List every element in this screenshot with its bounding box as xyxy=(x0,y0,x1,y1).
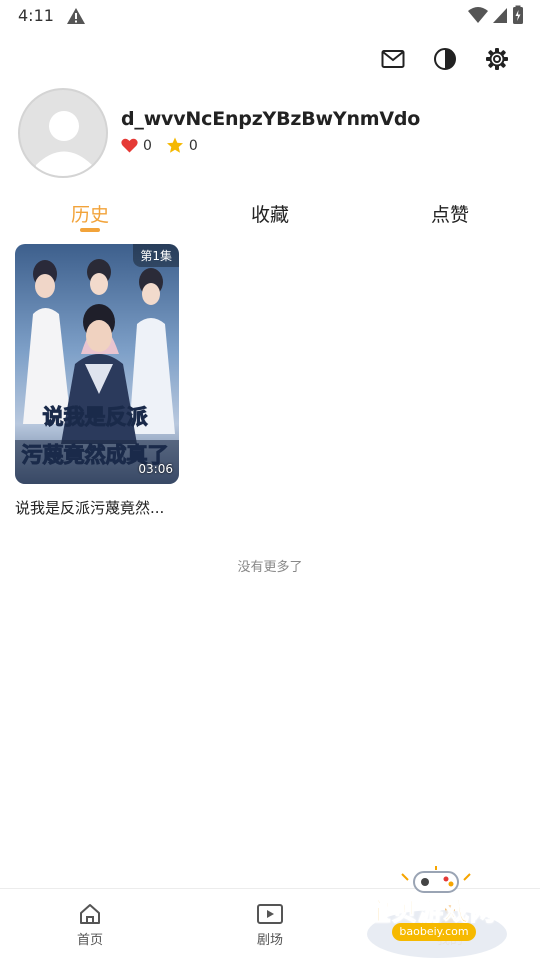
likes-count: 0 xyxy=(143,137,152,154)
home-icon xyxy=(80,904,100,924)
favorites-count: 0 xyxy=(188,137,198,154)
history-item-card[interactable]: 说我是反派 污蔑竟然成真了 第1集 03:06 说我是反派污蔑竟然... xyxy=(15,244,179,518)
drama-cover-image: 说我是反派 污蔑竟然成真了 第1集 03:06 xyxy=(15,244,179,484)
tab-likes[interactable]: 点赞 xyxy=(360,196,540,236)
tab-history-label: 历史 xyxy=(70,204,109,226)
play-icon xyxy=(257,904,283,924)
settings-button[interactable] xyxy=(484,46,510,72)
watermark-site: baobeiy.com xyxy=(392,923,476,941)
nav-theater-label: 剧场 xyxy=(256,933,283,948)
no-more-text: 没有更多了 xyxy=(237,560,303,575)
status-time: 4:11 xyxy=(18,6,54,25)
warning-icon xyxy=(67,8,85,24)
settings-gear-icon xyxy=(486,48,508,70)
heart-icon xyxy=(121,138,138,153)
profile-section: d_wvvNcEnpzYBzBwYnmVdo 0 0 xyxy=(18,88,518,178)
theme-contrast-icon xyxy=(434,48,456,70)
duration-label: 03:06 xyxy=(138,462,173,476)
default-avatar-icon xyxy=(36,111,92,176)
tab-history[interactable]: 历史 xyxy=(0,196,180,236)
tab-likes-label: 点赞 xyxy=(430,204,469,226)
nav-home-label: 首页 xyxy=(76,933,103,948)
likes-stat: 0 xyxy=(121,138,152,154)
username: d_wvvNcEnpzYBzBwYnmVdo xyxy=(121,108,421,130)
avatar[interactable] xyxy=(18,88,108,178)
mail-button[interactable] xyxy=(380,46,406,72)
star-icon xyxy=(166,137,183,153)
active-tab-indicator xyxy=(80,228,100,232)
watermark-logo: 宝贝游戏网 baobeiy.com xyxy=(362,866,512,960)
header-actions xyxy=(380,46,510,72)
drama-poster: 说我是反派 污蔑竟然成真了 xyxy=(15,244,179,484)
profile-tabs: 历史 收藏 点赞 xyxy=(0,196,540,236)
tab-favorites[interactable]: 收藏 xyxy=(180,196,360,236)
status-bar: 4:11 xyxy=(0,0,540,32)
profile-stats: 0 0 xyxy=(121,137,212,154)
cellular-signal-icon xyxy=(493,8,507,23)
favorites-stat: 0 xyxy=(166,137,198,154)
wifi-icon xyxy=(468,7,488,23)
drama-title: 说我是反派污蔑竟然... xyxy=(15,499,165,517)
battery-icon xyxy=(513,5,523,24)
tab-favorites-label: 收藏 xyxy=(250,204,289,226)
status-icons xyxy=(468,5,524,25)
episode-badge: 第1集 xyxy=(133,244,179,267)
mail-icon xyxy=(381,50,405,68)
nav-theater[interactable]: 剧场 xyxy=(180,889,360,960)
theme-toggle-button[interactable] xyxy=(432,46,458,72)
svg-text:说我是反派: 说我是反派 xyxy=(43,405,149,429)
nav-home[interactable]: 首页 xyxy=(0,889,180,960)
